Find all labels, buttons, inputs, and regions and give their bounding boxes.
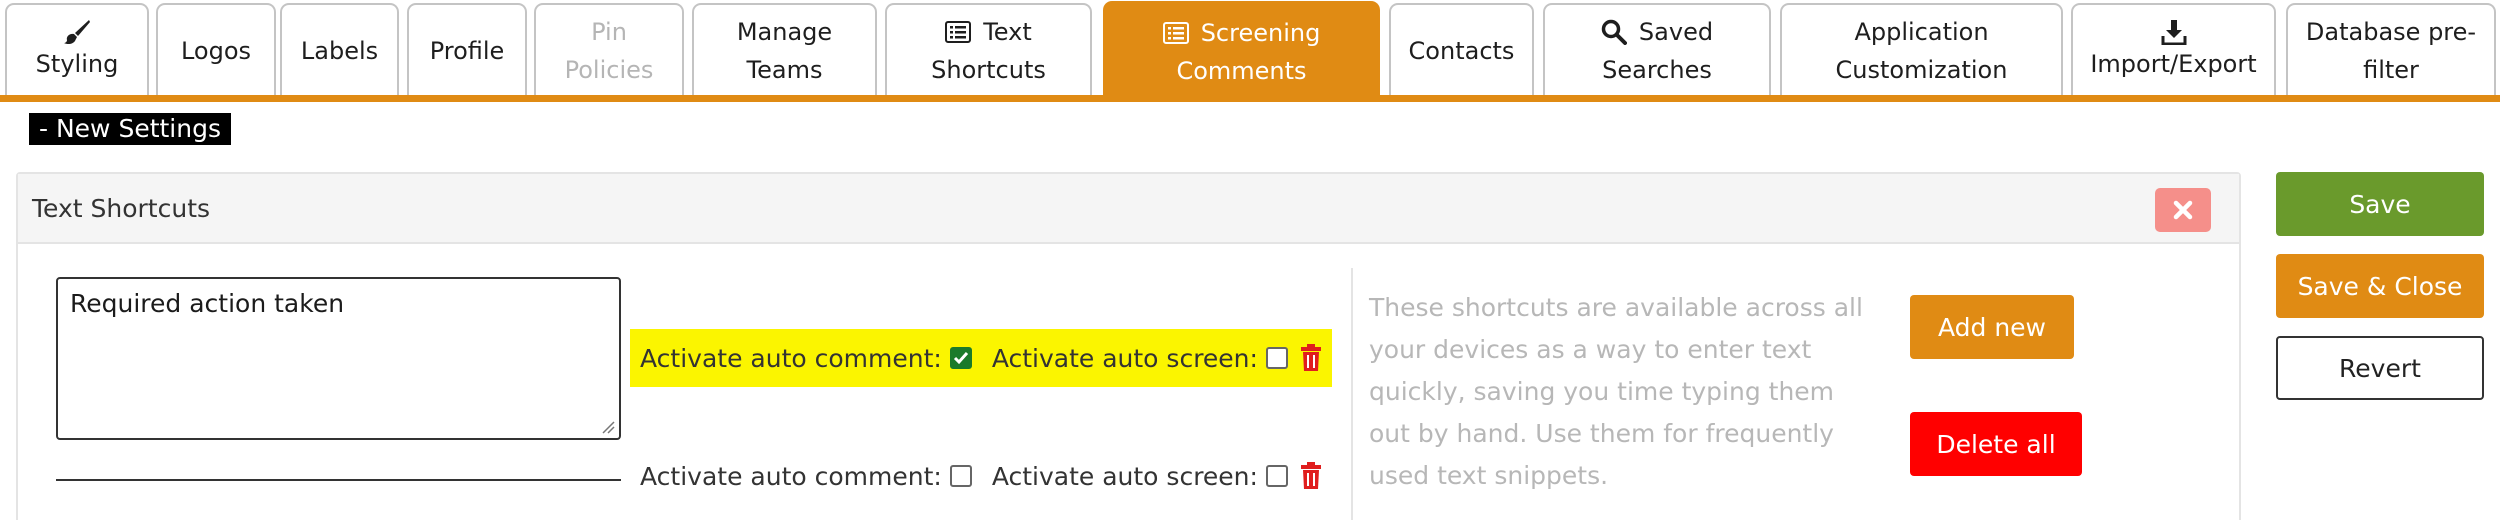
tab-bar-underline (0, 95, 2500, 102)
settings-tab-bar: Styling Logos Labels Profile Pin Policie… (0, 0, 2500, 104)
tab-labels[interactable]: Labels (280, 3, 399, 96)
tab-label-line1: Saved (1638, 17, 1714, 46)
delete-all-button[interactable]: Delete all (1910, 412, 2082, 476)
list-icon (945, 20, 972, 43)
shortcut-text-input-empty[interactable] (56, 479, 621, 481)
tab-label-line2: filter (2363, 55, 2419, 84)
tab-contacts[interactable]: Contacts (1389, 3, 1534, 96)
tab-label: Logos (180, 36, 252, 65)
tab-profile[interactable]: Profile (407, 3, 527, 96)
trash-icon[interactable] (1300, 344, 1322, 372)
revert-button[interactable]: Revert (2276, 336, 2484, 400)
resize-grip-icon[interactable] (601, 420, 615, 434)
auto-comment-option: Activate auto comment: (640, 344, 972, 373)
download-icon (2161, 19, 2186, 45)
tab-label-line2: Searches (1602, 55, 1712, 84)
tab-label-line1: Text (983, 17, 1032, 46)
auto-screen-option: Activate auto screen: (992, 462, 1288, 491)
auto-screen-option: Activate auto screen: (992, 344, 1288, 373)
tab-label: Contacts (1408, 36, 1515, 65)
tab-text-shortcuts[interactable]: Text Shortcuts (885, 3, 1092, 96)
auto-comment-checkbox[interactable] (949, 465, 972, 487)
search-icon (1601, 19, 1627, 45)
trash-icon[interactable] (1300, 462, 1322, 490)
auto-comment-option: Activate auto comment: (640, 462, 972, 491)
shortcut-options-row: Activate auto comment: Activate auto scr… (630, 447, 1332, 505)
auto-screen-label: Activate auto screen: (991, 343, 1258, 373)
auto-comment-checkbox[interactable] (949, 347, 972, 369)
tab-label-line2: Customization (1835, 55, 2008, 84)
panel-divider (1351, 268, 1353, 520)
add-new-button[interactable]: Add new (1910, 295, 2074, 359)
tab-application-customization[interactable]: Application Customization (1780, 3, 2063, 96)
tab-database-prefilter[interactable]: Database pre- filter (2286, 3, 2496, 96)
close-icon (2173, 200, 2193, 220)
shortcut-text-input[interactable]: Required action taken (56, 277, 621, 440)
save-button[interactable]: Save (2276, 172, 2484, 236)
tab-label-line2: Shortcuts (931, 55, 1046, 84)
tab-label: Profile (429, 36, 505, 65)
auto-comment-label: Activate auto comment: (640, 343, 942, 373)
tab-saved-searches[interactable]: Saved Searches (1543, 3, 1771, 96)
tab-label-line1: Application (1854, 17, 1989, 46)
tab-label: Labels (300, 36, 379, 65)
tab-label-line1: Database pre- (2305, 17, 2477, 46)
tab-pin-policies: Pin Policies (534, 3, 684, 96)
checkmark-icon (953, 352, 968, 365)
save-close-button[interactable]: Save & Close (2276, 254, 2484, 318)
list-icon (1162, 22, 1189, 44)
tab-label: Import/Export (2090, 49, 2257, 78)
panel-title: Text Shortcuts (32, 194, 211, 223)
tab-screening-comments[interactable]: Screening Comments (1103, 1, 1380, 101)
auto-screen-label: Activate auto screen: (991, 461, 1258, 491)
panel-close-button[interactable] (2155, 188, 2211, 232)
tab-styling[interactable]: Styling (5, 3, 149, 96)
tab-label: Styling (35, 49, 119, 78)
tab-label-line2: Teams (746, 55, 823, 84)
tab-label-line1: Screening (1200, 19, 1321, 47)
tab-label-line1: Manage (736, 17, 833, 46)
auto-screen-checkbox[interactable] (1265, 465, 1288, 487)
auto-comment-label: Activate auto comment: (640, 461, 942, 491)
tab-logos[interactable]: Logos (156, 3, 276, 96)
shortcut-text-value: Required action taken (70, 289, 345, 318)
auto-screen-checkbox[interactable] (1265, 347, 1288, 369)
tab-label-line2: Comments (1176, 57, 1307, 85)
tab-manage-teams[interactable]: Manage Teams (692, 3, 877, 96)
panel-header: Text Shortcuts (18, 174, 2239, 244)
tab-import-export[interactable]: Import/Export (2071, 3, 2276, 96)
shortcut-options-row: Activate auto comment: Activate auto scr… (630, 329, 1332, 387)
tab-label-line2: Policies (564, 55, 654, 84)
new-settings-label: - New Settings (29, 113, 231, 145)
tab-label-line1: Pin (591, 17, 627, 46)
help-text: These shortcuts are available across all… (1369, 293, 1863, 490)
paintbrush-icon (64, 19, 90, 44)
